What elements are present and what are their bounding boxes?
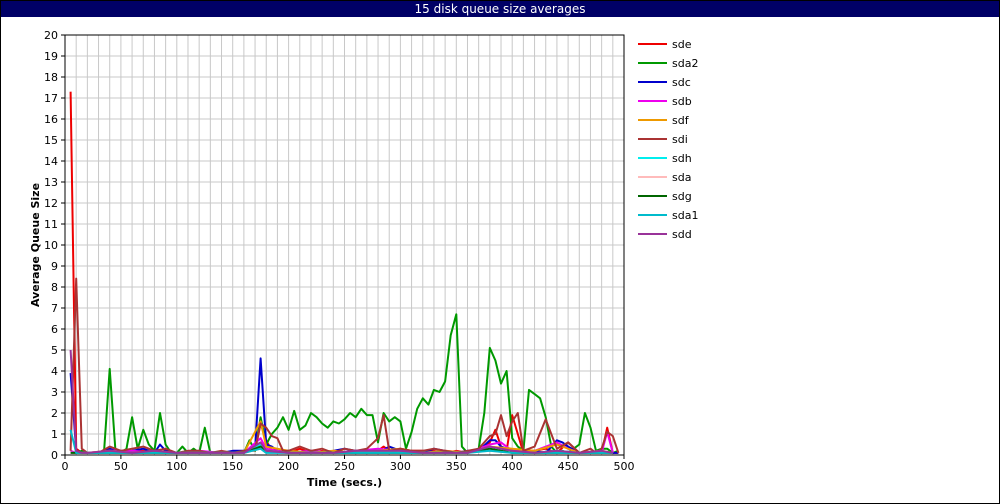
legend-label-sdc: sdc [672, 76, 691, 89]
y-tick-label: 17 [44, 92, 58, 105]
x-tick-label: 50 [114, 460, 128, 473]
y-tick-label: 16 [44, 113, 58, 126]
y-tick-label: 13 [44, 176, 58, 189]
x-tick-label: 350 [446, 460, 467, 473]
y-tick-label: 15 [44, 134, 58, 147]
y-tick-label: 6 [51, 323, 58, 336]
y-tick-label: 12 [44, 197, 58, 210]
x-tick-label: 100 [166, 460, 187, 473]
legend-label-sda1: sda1 [672, 209, 698, 222]
x-tick-label: 400 [502, 460, 523, 473]
x-tick-label: 200 [278, 460, 299, 473]
legend-label-sdi: sdi [672, 133, 688, 146]
legend-label-sdb: sdb [672, 95, 692, 108]
x-tick-label: 150 [222, 460, 243, 473]
legend-label-sdd: sdd [672, 228, 692, 241]
legend-label-sde: sde [672, 38, 692, 51]
legend-label-sda: sda [672, 171, 691, 184]
y-tick-label: 18 [44, 71, 58, 84]
x-tick-label: 500 [614, 460, 635, 473]
x-tick-label: 250 [334, 460, 355, 473]
y-tick-label: 19 [44, 50, 58, 63]
y-tick-label: 8 [51, 281, 58, 294]
y-tick-label: 20 [44, 29, 58, 42]
x-tick-label: 450 [558, 460, 579, 473]
y-tick-label: 1 [51, 428, 58, 441]
legend-label-sdf: sdf [672, 114, 690, 127]
y-tick-label: 4 [51, 365, 58, 378]
y-tick-label: 14 [44, 155, 58, 168]
y-tick-label: 7 [51, 302, 58, 315]
y-tick-label: 9 [51, 260, 58, 273]
legend-label-sdg: sdg [672, 190, 692, 203]
y-tick-label: 5 [51, 344, 58, 357]
x-axis-ticks: 0 50 100 150 200 250 300 350 400 450 500 [62, 455, 635, 473]
x-tick-label: 0 [62, 460, 69, 473]
line-chart: 01234567891011121314151617181920 0 50 100 1… [29, 29, 698, 489]
series-line-sdd [69, 349, 613, 454]
y-tick-label: 10 [44, 239, 58, 252]
legend: sde sda2 sdc sdb sdf sdi sdh sda sdg sda1 sdd [638, 38, 698, 241]
legend-label-sdh: sdh [672, 152, 692, 165]
y-tick-label: 3 [51, 386, 58, 399]
y-tick-label: 2 [51, 407, 58, 420]
y-axis-ticks: 01234567891011121314151617181920 [44, 29, 65, 462]
y-tick-label: 11 [44, 218, 58, 231]
y-axis-label: Average Queue Size [29, 183, 42, 307]
grid [64, 34, 625, 456]
x-tick-label: 300 [390, 460, 411, 473]
y-tick-label: 0 [51, 449, 58, 462]
x-axis-label: Time (secs.) [307, 476, 382, 489]
legend-label-sda2: sda2 [672, 57, 698, 70]
